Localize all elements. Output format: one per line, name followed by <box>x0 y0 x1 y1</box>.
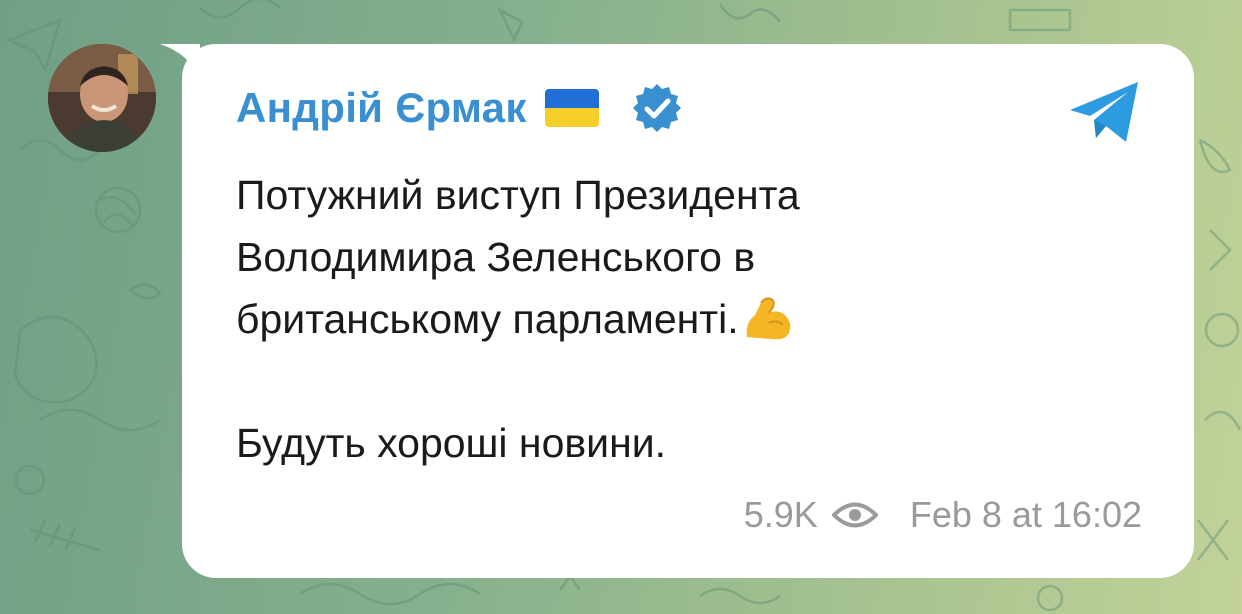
message-line-text: британському парламенті. <box>236 296 739 342</box>
avatar-photo <box>48 44 156 152</box>
message-text: Потужний виступ Президента Володимира Зе… <box>236 164 1136 474</box>
sender-avatar[interactable] <box>48 44 156 152</box>
message-closing: Будуть хороші новини. <box>236 420 666 466</box>
message-meta: 5.9K Feb 8 at 16:02 <box>744 494 1142 536</box>
ukraine-flag-icon <box>544 89 599 127</box>
message-line: Володимира Зеленського в <box>236 234 756 280</box>
eye-icon <box>831 502 878 528</box>
telegram-icon[interactable] <box>1068 80 1142 144</box>
verified-badge-icon <box>632 84 681 132</box>
view-count: 5.9K <box>743 494 818 535</box>
message-bubble[interactable]: Андрій Єрмак Потужний виступ Президента … <box>182 44 1194 578</box>
sender-name[interactable]: Андрій Єрмак <box>236 84 527 132</box>
message-timestamp: Feb 8 at 16:02 <box>909 494 1142 535</box>
flexed-biceps-icon <box>746 297 790 340</box>
message-line: британському парламенті. <box>236 288 1136 350</box>
message-line: Потужний виступ Президента <box>236 172 800 218</box>
message-header: Андрій Єрмак <box>236 84 683 132</box>
